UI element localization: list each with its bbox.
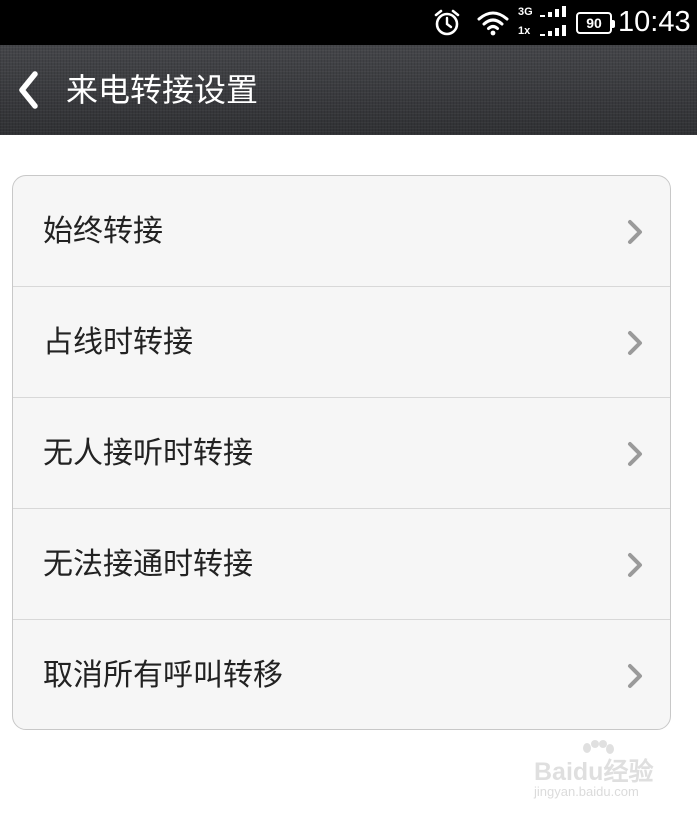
battery-icon: 90	[576, 0, 615, 45]
watermark-title: Baidu经验	[534, 758, 654, 786]
chevron-right-icon	[628, 331, 642, 355]
list-item-label: 始终转接	[43, 214, 163, 249]
call-forwarding-options: 始终转接 占线时转接 无人接听时转接 无法接通时转接 取消所有呼叫转移	[12, 175, 671, 730]
chevron-right-icon	[628, 442, 642, 466]
signal-bars-icon	[540, 6, 566, 36]
list-item-forward-when-busy[interactable]: 占线时转接	[13, 287, 670, 398]
battery-level: 90	[576, 11, 615, 34]
signal-3g-label: 3G	[518, 6, 533, 18]
back-button[interactable]	[6, 45, 50, 135]
list-item-cancel-all-forwarding[interactable]: 取消所有呼叫转移	[13, 620, 670, 729]
wifi-icon	[476, 0, 510, 45]
signal-1x-label: 1x	[518, 25, 531, 37]
chevron-right-icon	[628, 664, 642, 688]
network-indicator: 3G 1x	[518, 0, 570, 45]
list-item-label: 无法接通时转接	[43, 547, 253, 582]
watermark-url: jingyan.baidu.com	[534, 784, 639, 799]
list-item-label: 占线时转接	[43, 325, 193, 360]
list-item-always-forward[interactable]: 始终转接	[13, 176, 670, 287]
title-bar: 来电转接设置	[0, 45, 697, 135]
baidu-jingyan-watermark: Baidu经验 jingyan.baidu.com	[532, 740, 662, 802]
chevron-right-icon	[628, 220, 642, 244]
chevron-right-icon	[628, 553, 642, 577]
page-title: 来电转接设置	[66, 71, 259, 109]
list-item-forward-when-unreachable[interactable]: 无法接通时转接	[13, 509, 670, 620]
list-item-label: 无人接听时转接	[43, 436, 253, 471]
list-item-forward-when-unanswered[interactable]: 无人接听时转接	[13, 398, 670, 509]
status-time: 10:43	[618, 6, 691, 38]
list-item-label: 取消所有呼叫转移	[43, 658, 283, 693]
chevron-left-icon	[19, 71, 38, 109]
status-bar: 3G 1x 90 10:43	[0, 0, 697, 45]
alarm-icon	[432, 0, 462, 45]
